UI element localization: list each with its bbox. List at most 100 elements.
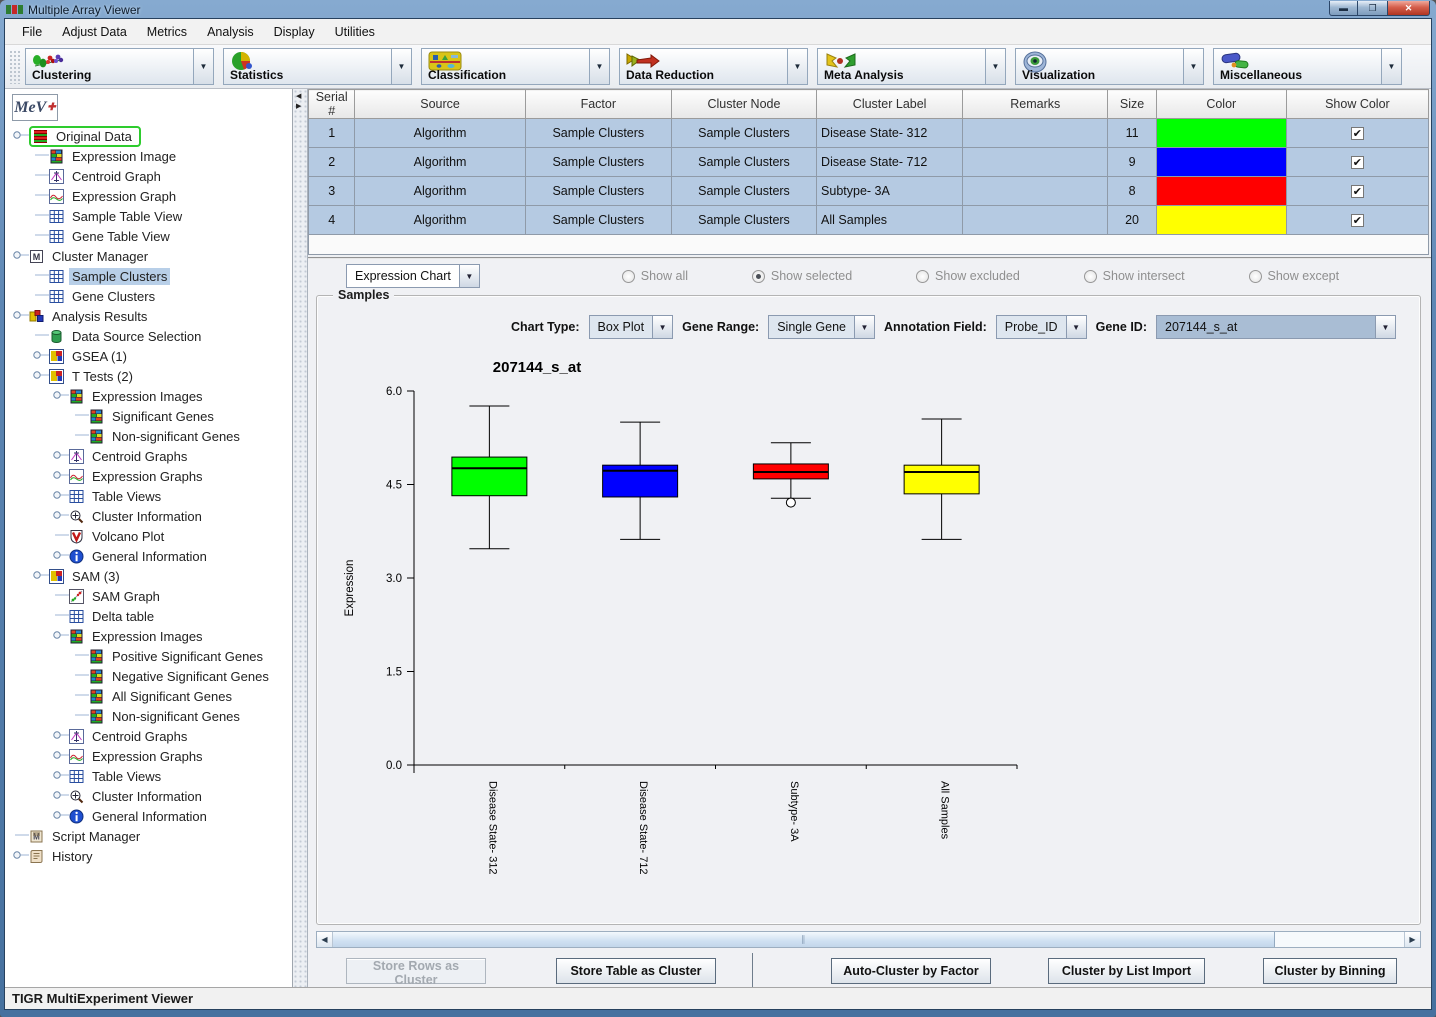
tree-item-data-source-selection[interactable]: Data Source Selection [5,326,292,346]
store-table-as-cluster-button[interactable]: Store Table as Cluster [556,958,716,984]
tree-item-general-information[interactable]: General Information [5,546,292,566]
toolbar-button-visualization[interactable]: Visualization [1015,48,1183,85]
tree-item-table-views[interactable]: Table Views [5,766,292,786]
tree-expander-icon[interactable] [51,805,69,828]
tree-item-analysis-results[interactable]: Analysis Results [5,306,292,326]
radio-show-selected[interactable]: Show selected [752,269,852,283]
tree-expander-icon[interactable] [51,545,69,568]
toolbar-dropdown-classification[interactable]: ▼ [589,48,610,85]
viewer-select[interactable]: Expression Chart ▼ [346,264,480,288]
tree-item-history[interactable]: History [5,846,292,866]
tree-item-centroid-graphs[interactable]: Centroid Graphs [5,726,292,746]
combo-chart-type[interactable]: Box Plot▼ [589,315,674,339]
toolbar-button-classification[interactable]: Classification [421,48,589,85]
menu-analysis[interactable]: Analysis [198,22,263,42]
column-header-factor[interactable]: Factor [525,90,671,119]
menu-display[interactable]: Display [265,22,324,42]
tree-item-original-data[interactable]: Original Data [5,126,292,146]
cluster-color-swatch[interactable] [1156,148,1286,177]
menu-file[interactable]: File [13,22,51,42]
tree-expander-icon[interactable] [11,845,29,868]
combo-annotation-field[interactable]: Probe_ID▼ [996,315,1087,339]
column-header-source[interactable]: Source [355,90,525,119]
radio-show-excluded[interactable]: Show excluded [916,269,1020,283]
close-button[interactable]: ✕ [1387,1,1430,16]
cluster-color-swatch[interactable] [1156,206,1286,235]
tree-item-cluster-manager[interactable]: MCluster Manager [5,246,292,266]
radio-show-except[interactable]: Show except [1249,269,1340,283]
column-header-size[interactable]: Size [1108,90,1156,119]
combo-gene-range[interactable]: Single Gene▼ [768,315,875,339]
tree-item-general-information[interactable]: General Information [5,806,292,826]
tree-item-gene-table-view[interactable]: Gene Table View [5,226,292,246]
tree-expander-icon[interactable] [11,305,29,328]
tree-expander-icon[interactable] [51,625,69,648]
auto-cluster-by-factor-button[interactable]: Auto-Cluster by Factor [831,958,991,984]
tree-expander-icon[interactable] [31,565,49,588]
radio-show-intersect[interactable]: Show intersect [1084,269,1185,283]
tree-item-t-tests-2[interactable]: T Tests (2) [5,366,292,386]
tree-item-all-significant-genes[interactable]: All Significant Genes [5,686,292,706]
tree-item-cluster-information[interactable]: Cluster Information [5,786,292,806]
tree-item-significant-genes[interactable]: Significant Genes [5,406,292,426]
tree-item-positive-significant-genes[interactable]: Positive Significant Genes [5,646,292,666]
toolbar-dropdown-clustering[interactable]: ▼ [193,48,214,85]
expand-right-icon[interactable]: ▶ [296,103,301,111]
column-header-serial[interactable]: Serial # [309,90,355,119]
scroll-left-icon[interactable]: ◀ [317,932,333,947]
show-color-checkbox[interactable]: ✔ [1351,156,1364,169]
title-bar[interactable]: Multiple Array Viewer ▬ ❐ ✕ [0,0,1436,18]
tree-item-delta-table[interactable]: Delta table [5,606,292,626]
combo-gene-id[interactable]: 207144_s_at▼ [1156,315,1396,339]
toolbar-dropdown-data-reduction[interactable]: ▼ [787,48,808,85]
tree-item-non-significant-genes[interactable]: Non-significant Genes [5,706,292,726]
tree-item-gene-clusters[interactable]: Gene Clusters [5,286,292,306]
tree-item-script-manager[interactable]: MScript Manager [5,826,292,846]
tree-item-sample-clusters[interactable]: Sample Clusters [5,266,292,286]
table-row[interactable]: 1AlgorithmSample ClustersSample Clusters… [309,119,1429,148]
toolbar-dropdown-miscellaneous[interactable]: ▼ [1381,48,1402,85]
tree-item-expression-images[interactable]: Expression Images [5,386,292,406]
table-row[interactable]: 3AlgorithmSample ClustersSample Clusters… [309,177,1429,206]
tree-item-expression-graphs[interactable]: Expression Graphs [5,466,292,486]
menu-metrics[interactable]: Metrics [138,22,196,42]
column-header-show-color[interactable]: Show Color [1286,90,1428,119]
tree-item-centroid-graph[interactable]: Centroid Graph [5,166,292,186]
show-color-checkbox[interactable]: ✔ [1351,127,1364,140]
scrollbar-track[interactable]: ∥ [333,932,1404,947]
tree-expander-icon[interactable] [51,385,69,408]
tree-item-sam-graph[interactable]: SAM Graph [5,586,292,606]
toolbar-grip[interactable] [9,50,21,84]
cluster-by-binning-button[interactable]: Cluster by Binning [1263,958,1397,984]
tree-item-centroid-graphs[interactable]: Centroid Graphs [5,446,292,466]
show-color-checkbox[interactable]: ✔ [1351,185,1364,198]
column-header-remarks[interactable]: Remarks [963,90,1108,119]
tree-item-table-views[interactable]: Table Views [5,486,292,506]
tree-item-cluster-information[interactable]: Cluster Information [5,506,292,526]
show-color-checkbox[interactable]: ✔ [1351,214,1364,227]
collapse-left-icon[interactable]: ◀ [296,93,301,101]
tree-expander-icon[interactable] [11,245,29,268]
maximize-button[interactable]: ❐ [1358,1,1387,16]
scroll-right-icon[interactable]: ▶ [1404,932,1420,947]
tree-item-non-significant-genes[interactable]: Non-significant Genes [5,426,292,446]
scrollbar-thumb[interactable]: ∥ [333,932,1275,947]
tree-item-expression-graph[interactable]: Expression Graph [5,186,292,206]
menu-adjust-data[interactable]: Adjust Data [53,22,136,42]
tree-item-expression-image[interactable]: Expression Image [5,146,292,166]
tree-item-expression-graphs[interactable]: Expression Graphs [5,746,292,766]
table-row[interactable]: 4AlgorithmSample ClustersSample Clusters… [309,206,1429,235]
cluster-color-swatch[interactable] [1156,119,1286,148]
toolbar-dropdown-statistics[interactable]: ▼ [391,48,412,85]
cluster-by-list-import-button[interactable]: Cluster by List Import [1048,958,1205,984]
tree-item-sample-table-view[interactable]: Sample Table View [5,206,292,226]
tree-item-sam-3[interactable]: SAM (3) [5,566,292,586]
split-divider[interactable]: ◀ ▶ [293,89,308,987]
table-row[interactable]: 2AlgorithmSample ClustersSample Clusters… [309,148,1429,177]
radio-show-all[interactable]: Show all [622,269,688,283]
column-header-color[interactable]: Color [1156,90,1286,119]
toolbar-button-statistics[interactable]: Statistics [223,48,391,85]
tree-expander-icon[interactable] [11,125,29,148]
column-header-cluster-node[interactable]: Cluster Node [671,90,816,119]
tree-expander-icon[interactable] [31,365,49,388]
